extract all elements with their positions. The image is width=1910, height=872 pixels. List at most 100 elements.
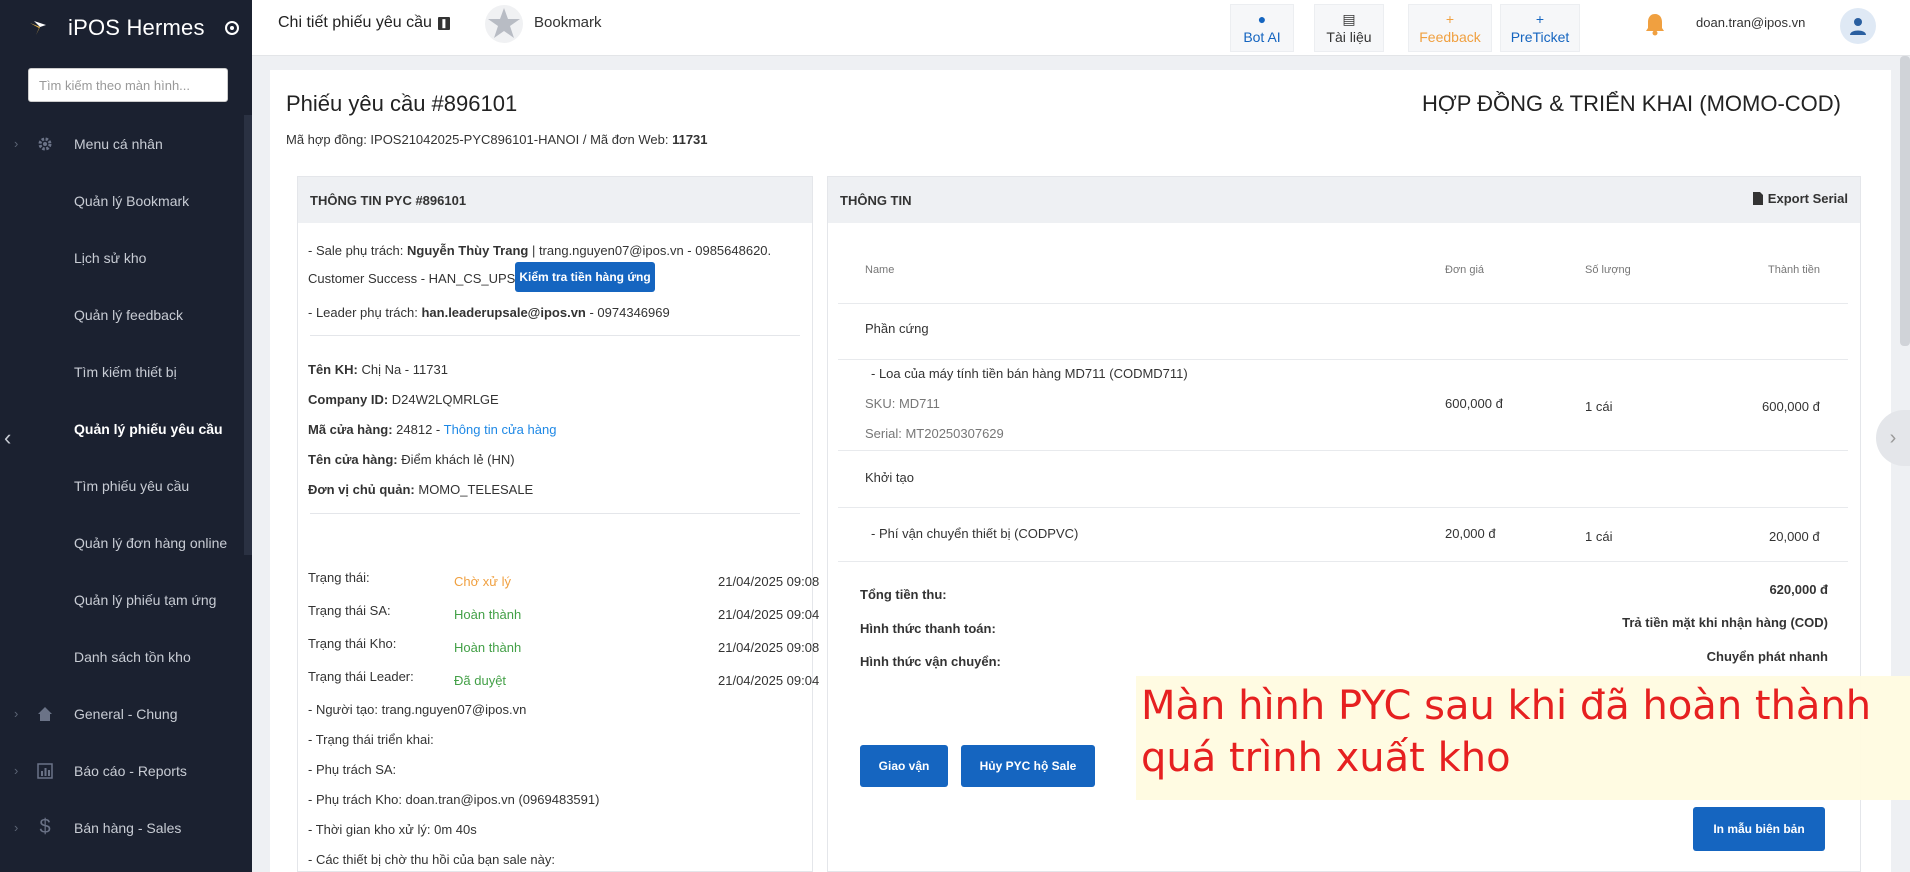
export-serial-label: Export Serial bbox=[1767, 191, 1848, 206]
divider bbox=[838, 450, 1848, 451]
status-time: 21/04/2025 09:08 bbox=[718, 640, 820, 655]
item-qty: 1 cái bbox=[1585, 529, 1613, 544]
collapse-sidebar-icon[interactable]: ‹ bbox=[4, 425, 11, 451]
owner-label: Đơn vị chủ quản: bbox=[308, 482, 415, 497]
brand[interactable]: iPOS Hermes bbox=[0, 0, 252, 56]
status-label: Trạng thái Leader: bbox=[308, 669, 414, 684]
status-badge: Đã duyệt bbox=[454, 673, 507, 688]
sale-owner: - Sale phụ trách: Nguyễn Thùy Trang | tr… bbox=[308, 243, 771, 258]
sidebar-item-reports[interactable]: › Báo cáo - Reports bbox=[0, 742, 252, 799]
pyc-info-card: THÔNG TIN PYC #896101 - Sale phụ trách: … bbox=[297, 176, 819, 872]
topbar: Chi tiết phiếu yêu cầu ❚ Bookmark ● Bot … bbox=[252, 0, 1910, 56]
sidebar-item-label: Quản lý Bookmark bbox=[74, 192, 190, 209]
leader-email: han.leaderupsale@ipos.vn bbox=[421, 305, 586, 320]
tai-lieu-button[interactable]: ▤ Tài liệu bbox=[1314, 4, 1384, 52]
radio-dot-icon[interactable] bbox=[224, 21, 239, 35]
home-icon bbox=[34, 703, 56, 725]
sidebar-item-label: Quản lý feedback bbox=[74, 306, 183, 323]
sidebar-item-bookmark[interactable]: Quản lý Bookmark bbox=[0, 172, 252, 229]
sidebar-item-label: Quản lý đơn hàng online bbox=[74, 534, 228, 551]
status-label: Trạng thái: bbox=[308, 570, 370, 585]
customer-name: Tên KH: Chị Na - 11731 bbox=[308, 362, 448, 377]
item-total: 20,000 đ bbox=[1769, 529, 1820, 544]
store-name-label: Tên cửa hàng: bbox=[308, 452, 398, 467]
bookmark-book-icon[interactable]: ❚ bbox=[437, 16, 450, 30]
sa-owner: - Phụ trách SA: bbox=[308, 762, 397, 777]
sale-prefix: - Sale phụ trách: bbox=[308, 243, 407, 258]
sidebar-item-menu-ca-nhan[interactable]: › Menu cá nhân bbox=[0, 115, 252, 172]
document-icon: ▤ bbox=[1342, 10, 1356, 27]
sidebar: iPOS Hermes › Menu cá nhân Quản lý Bookm… bbox=[0, 0, 252, 872]
pyc-title: Phiếu yêu cầu #896101 bbox=[286, 91, 518, 116]
gear-icon bbox=[34, 133, 56, 155]
group-title: Khởi tạo bbox=[865, 470, 914, 485]
divider bbox=[838, 561, 1848, 562]
star-icon[interactable] bbox=[484, 4, 524, 44]
sidebar-item-tim-kiem-thiet-bi[interactable]: Tìm kiếm thiết bị bbox=[0, 343, 252, 400]
web-order-number: 11731 bbox=[672, 132, 708, 147]
sidebar-item-tim-phieu-yeu-cau[interactable]: Tìm phiếu yêu cầu bbox=[0, 457, 252, 514]
status-time: 21/04/2025 09:08 bbox=[718, 574, 820, 589]
file-icon bbox=[1752, 192, 1763, 205]
ship-button[interactable]: Giao vận bbox=[860, 745, 948, 787]
store-name: Tên cửa hàng: Điểm khách lẻ (HN) bbox=[308, 452, 515, 467]
bot-ai-button[interactable]: ● Bot AI bbox=[1230, 4, 1294, 52]
divider bbox=[310, 513, 800, 514]
page-scrollbar[interactable] bbox=[1900, 56, 1910, 346]
cs-line: Customer Success - HAN_CS_UPSALES bbox=[308, 271, 549, 286]
cancel-pyc-button[interactable]: Hủy PYC hộ Sale bbox=[961, 745, 1095, 787]
feedback-button[interactable]: + Feedback bbox=[1408, 4, 1492, 52]
sale-contact: | trang.nguyen07@ipos.vn - 0985648620. bbox=[528, 243, 772, 258]
owner-value: MOMO_TELESALE bbox=[414, 482, 534, 497]
status-label: Trạng thái Kho: bbox=[308, 636, 397, 651]
sidebar-item-feedback[interactable]: Quản lý feedback bbox=[0, 286, 252, 343]
sidebar-item-label: Tìm kiếm thiết bị bbox=[74, 363, 177, 380]
export-serial-button[interactable]: Export Serial bbox=[1752, 191, 1848, 206]
bell-icon[interactable] bbox=[1644, 12, 1666, 36]
item-total: 600,000 đ bbox=[1762, 399, 1820, 414]
sidebar-item-label: Báo cáo - Reports bbox=[74, 762, 187, 779]
tai-lieu-label: Tài liệu bbox=[1326, 28, 1372, 45]
bookmark-label[interactable]: Bookmark bbox=[534, 14, 602, 31]
sidebar-item-ton-kho[interactable]: Danh sách tồn kho bbox=[0, 628, 252, 685]
customer-value: Chị Na - 11731 bbox=[357, 362, 448, 377]
print-template-button[interactable]: In mẫu biên bản bbox=[1693, 807, 1825, 851]
col-qty: Số lượng bbox=[1585, 264, 1631, 276]
user-email[interactable]: doan.tran@ipos.vn bbox=[1696, 15, 1805, 30]
company-label: Company ID: bbox=[308, 392, 389, 407]
sidebar-item-don-hang-online[interactable]: Quản lý đơn hàng online bbox=[0, 514, 252, 571]
plus-icon: + bbox=[1535, 10, 1545, 27]
chevron-right-icon: › bbox=[14, 820, 19, 835]
status-badge: Chờ xử lý bbox=[454, 574, 511, 589]
avatar[interactable] bbox=[1840, 8, 1876, 44]
sidebar-item-phieu-tam-ung[interactable]: Quản lý phiếu tạm ứng bbox=[0, 571, 252, 628]
sidebar-item-label: Menu cá nhân bbox=[74, 135, 163, 152]
preticket-button[interactable]: + PreTicket bbox=[1500, 4, 1580, 52]
check-advance-button[interactable]: Kiểm tra tiền hàng ứng bbox=[515, 262, 655, 292]
info-heading-text: THÔNG TIN bbox=[840, 193, 912, 208]
sidebar-item-label: Lịch sử kho bbox=[74, 249, 147, 266]
sidebar-item-label: Danh sách tồn kho bbox=[74, 648, 191, 665]
status-badge: Hoàn thành bbox=[454, 640, 522, 655]
plus-icon: + bbox=[1445, 10, 1455, 27]
chevron-right-icon: › bbox=[14, 763, 19, 778]
sidebar-item-quan-ly-phieu-yeu-cau[interactable]: Quản lý phiếu yêu cầu bbox=[0, 400, 252, 457]
store-code: Mã cửa hàng: 24812 - Thông tin cửa hàng bbox=[308, 422, 556, 437]
divider bbox=[838, 359, 1848, 360]
hermes-logo-icon bbox=[30, 21, 46, 35]
sidebar-item-label: Quản lý phiếu yêu cầu bbox=[74, 420, 223, 437]
creator: - Người tạo: trang.nguyen07@ipos.vn bbox=[308, 702, 527, 717]
divider bbox=[838, 507, 1848, 508]
warehouse-owner: - Phụ trách Kho: doan.tran@ipos.vn (0969… bbox=[308, 792, 600, 807]
sidebar-item-lich-su-kho[interactable]: Lịch sử kho bbox=[0, 229, 252, 286]
item-name: - Loa của máy tính tiền bán hàng MD711 (… bbox=[871, 366, 1188, 381]
sidebar-search-input[interactable] bbox=[28, 68, 228, 102]
contract-code: Mã hợp đồng: IPOS21042025-PYC896101-HANO… bbox=[286, 132, 708, 147]
item-price: 600,000 đ bbox=[1445, 396, 1503, 411]
store-info-link[interactable]: Thông tin cửa hàng bbox=[444, 422, 557, 437]
sidebar-item-sales[interactable]: › $ Bán hàng - Sales bbox=[0, 799, 252, 856]
company-id: Company ID: D24W2LQMRLGE bbox=[308, 392, 499, 407]
sidebar-item-general[interactable]: › General - Chung bbox=[0, 685, 252, 742]
store-code-value: 24812 - bbox=[392, 422, 444, 437]
divider bbox=[838, 303, 1848, 304]
